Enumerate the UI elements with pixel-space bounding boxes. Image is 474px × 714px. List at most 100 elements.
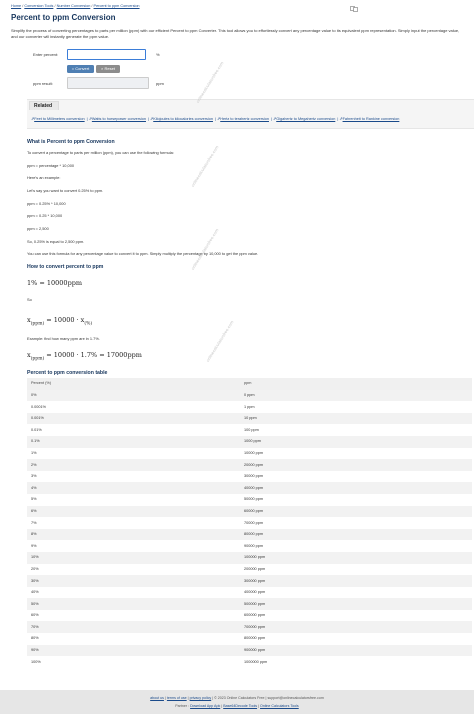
percent-cell: 0.0001% (27, 401, 239, 413)
section-heading-table: Percent to ppm conversion table (27, 370, 108, 376)
ppm-cell: 10 ppm (239, 412, 472, 425)
partner-link[interactable]: Base64Decode Tools (223, 704, 257, 708)
ppm-cell: 1000000 ppm (239, 656, 472, 668)
ppm-cell: 40000 ppm (239, 482, 472, 494)
related-link[interactable]: Fahrenheit to Rankine conversion (343, 117, 400, 121)
article-paragraph: Example: find how many ppm are in 1.7%. (27, 336, 100, 341)
partner-label: Partner : (175, 704, 190, 708)
section-heading-how: How to convert percent to ppm (27, 264, 104, 270)
table-row: 60% 600000 ppm (27, 609, 472, 622)
percent-input[interactable] (67, 49, 146, 60)
article-paragraph: ppm = 2,500 (27, 226, 49, 231)
article-paragraph: ppm = 0.25% * 10,000 (27, 201, 66, 206)
footer-separator: | (187, 696, 189, 700)
breadcrumb-conversion-tools-link[interactable]: Conversion Tools (24, 4, 53, 8)
table-row: 90% 900000 ppm (27, 644, 472, 657)
percent-cell: 9% (27, 540, 239, 552)
percent-cell: 0.001% (27, 412, 239, 425)
percent-cell: 60% (27, 609, 239, 622)
ppm-cell: 1 ppm (239, 401, 472, 413)
watermark: onlinecalculatorsfree.com (190, 144, 220, 188)
footer-line-2: Partner : Download App Apk | Base64Decod… (0, 704, 474, 708)
ppm-cell: 100 ppm (239, 424, 472, 436)
breadcrumb: Home / Conversion Tools / Number Convers… (11, 4, 140, 9)
related-link[interactable]: Kilojoules to kilocalories conversion (153, 117, 213, 121)
table-row: 0.0001% 1 ppm (27, 401, 472, 413)
table-row: 2% 20000 ppm (27, 459, 472, 471)
table-row: 1% 10000 ppm (27, 447, 472, 460)
breadcrumb-current-link[interactable]: Percent to ppm Conversion (94, 4, 140, 8)
related-links: ⇗Feet to Millimeters conversion | ⇗Watts … (31, 117, 471, 122)
formula-subscript: (%) (84, 321, 93, 327)
reset-button[interactable]: × Reset (96, 65, 120, 73)
convert-button[interactable]: = Convert (67, 65, 94, 73)
article-paragraph: You can use this formula for any percent… (27, 251, 259, 256)
percent-cell: 3% (27, 470, 239, 483)
converter-form: Enter percent: % = Convert × Reset ppm r… (28, 46, 308, 96)
ppm-cell: 30000 ppm (239, 470, 472, 483)
percent-cell: 40% (27, 586, 239, 599)
breadcrumb-separator: / (91, 4, 93, 8)
table-row: 0% 0 ppm (27, 389, 472, 402)
table-row: 20% 200000 ppm (27, 563, 472, 576)
percent-cell: 0% (27, 389, 239, 402)
conversion-table: Percent (%) ppm 0% 0 ppm 0.0001% 1 ppm 0.001… (27, 378, 472, 668)
translate-icon[interactable] (350, 6, 358, 12)
formula-subscript: (ppm) (30, 321, 45, 327)
related-link[interactable]: Feet to Millimeters conversion (34, 117, 84, 121)
formula-3: x(ppm) = 10000 · 1.7% = 17000ppm (27, 351, 142, 362)
percent-cell: 1% (27, 447, 239, 460)
ppm-cell: 600000 ppm (239, 609, 472, 622)
partner-link[interactable]: Online Calculators Tools (260, 704, 299, 708)
breadcrumb-home-link[interactable]: Home (11, 4, 21, 8)
footer-line-1: about us | terms of use | privacy policy… (0, 696, 474, 700)
related-link[interactable]: Watts to horsepower conversion (92, 117, 146, 121)
formula-text: = 10000 · x (44, 316, 85, 324)
watermark: onlinecalculatorsfree.com (205, 319, 235, 363)
result-unit: ppm (156, 81, 164, 86)
article-paragraph: Let's say you want to convert 0.25% to p… (27, 188, 104, 193)
footer-separator: | (212, 696, 214, 700)
table-row: 80% 800000 ppm (27, 633, 472, 645)
footer: about us | terms of use | privacy policy… (0, 690, 474, 714)
percent-cell: 90% (27, 644, 239, 657)
related-section (27, 99, 474, 129)
table-row: 7% 70000 ppm (27, 517, 472, 529)
table-row: 100% 1000000 ppm (27, 656, 472, 668)
table-header: Percent (%) (27, 378, 239, 390)
footer-terms-link[interactable]: terms of use (167, 696, 187, 700)
partner-link[interactable]: Download App Apk (190, 704, 220, 708)
table-row: 5% 50000 ppm (27, 493, 472, 506)
article-paragraph: ppm = percentage * 10,000 (27, 163, 75, 168)
percent-cell: 4% (27, 482, 239, 494)
ppm-result-field[interactable] (67, 77, 149, 89)
article-paragraph: ppm = 0.25 * 10,000 (27, 213, 63, 218)
table-row: 10% 100000 ppm (27, 551, 472, 564)
related-link[interactable]: Hertz to terahertz conversion (220, 117, 269, 121)
table-row: 9% 90000 ppm (27, 540, 472, 552)
percent-unit: % (156, 52, 160, 57)
related-link[interactable]: Gigahertz to Megahertz conversion (276, 117, 335, 121)
section-heading-what: What is Percent to ppm Conversion (27, 139, 115, 145)
ppm-cell: 300000 ppm (239, 575, 472, 587)
percent-cell: 0.1% (27, 435, 239, 448)
percent-cell: 7% (27, 517, 239, 529)
article-paragraph: So (27, 297, 32, 302)
link-separator: | (214, 117, 216, 121)
footer-separator: | (164, 696, 166, 700)
formula-1: 1% = 10000ppm (27, 279, 83, 287)
ppm-cell: 500000 ppm (239, 598, 472, 610)
result-label: ppm result: (33, 81, 53, 86)
ppm-cell: 90000 ppm (239, 540, 472, 552)
formula-text: = 10000 · 1.7% = 17000ppm (44, 351, 142, 359)
footer-about-link[interactable]: about us (150, 696, 164, 700)
percent-cell: 8% (27, 528, 239, 541)
footer-privacy-link[interactable]: privacy policy (190, 696, 212, 700)
table-row: 30% 300000 ppm (27, 575, 472, 587)
table-body: 0% 0 ppm 0.0001% 1 ppm 0.001% 10 ppm 0.01% 100 … (27, 389, 472, 668)
table-row: 4% 40000 ppm (27, 482, 472, 494)
breadcrumb-number-conversion-link[interactable]: Number Conversion (57, 4, 91, 8)
percent-cell: 5% (27, 493, 239, 506)
ppm-cell: 50000 ppm (239, 493, 472, 506)
percent-cell: 70% (27, 621, 239, 634)
